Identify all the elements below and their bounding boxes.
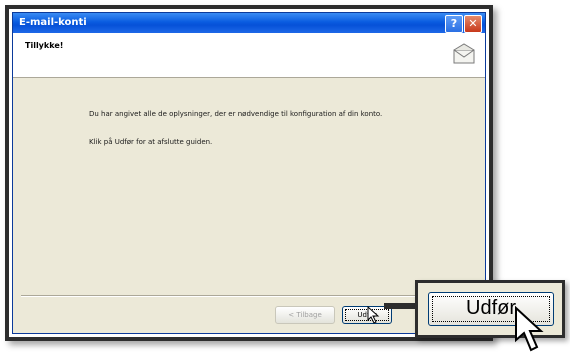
mouse-pointer-icon [367, 306, 380, 324]
envelope-icon [453, 43, 475, 64]
page-title: Tillykke! [25, 41, 64, 50]
window-title: E-mail-konti [19, 17, 87, 28]
mouse-pointer-zoomed-icon [515, 306, 544, 352]
info-text-line: Du har angivet alle de oplysninger, der … [89, 110, 383, 118]
wizard-content: Du har angivet alle de oplysninger, der … [13, 78, 485, 293]
footer-divider [21, 295, 477, 297]
close-button[interactable]: ✕ [464, 15, 482, 33]
title-bar: E-mail-konti ? ✕ [13, 13, 485, 33]
instruction-text-line: Klik på Udfør for at afslutte guiden. [89, 138, 213, 146]
callout-connector [384, 303, 418, 309]
wizard-header: Tillykke! [13, 33, 485, 78]
back-button[interactable]: < Tilbage [275, 306, 335, 324]
help-button[interactable]: ? [445, 15, 463, 33]
